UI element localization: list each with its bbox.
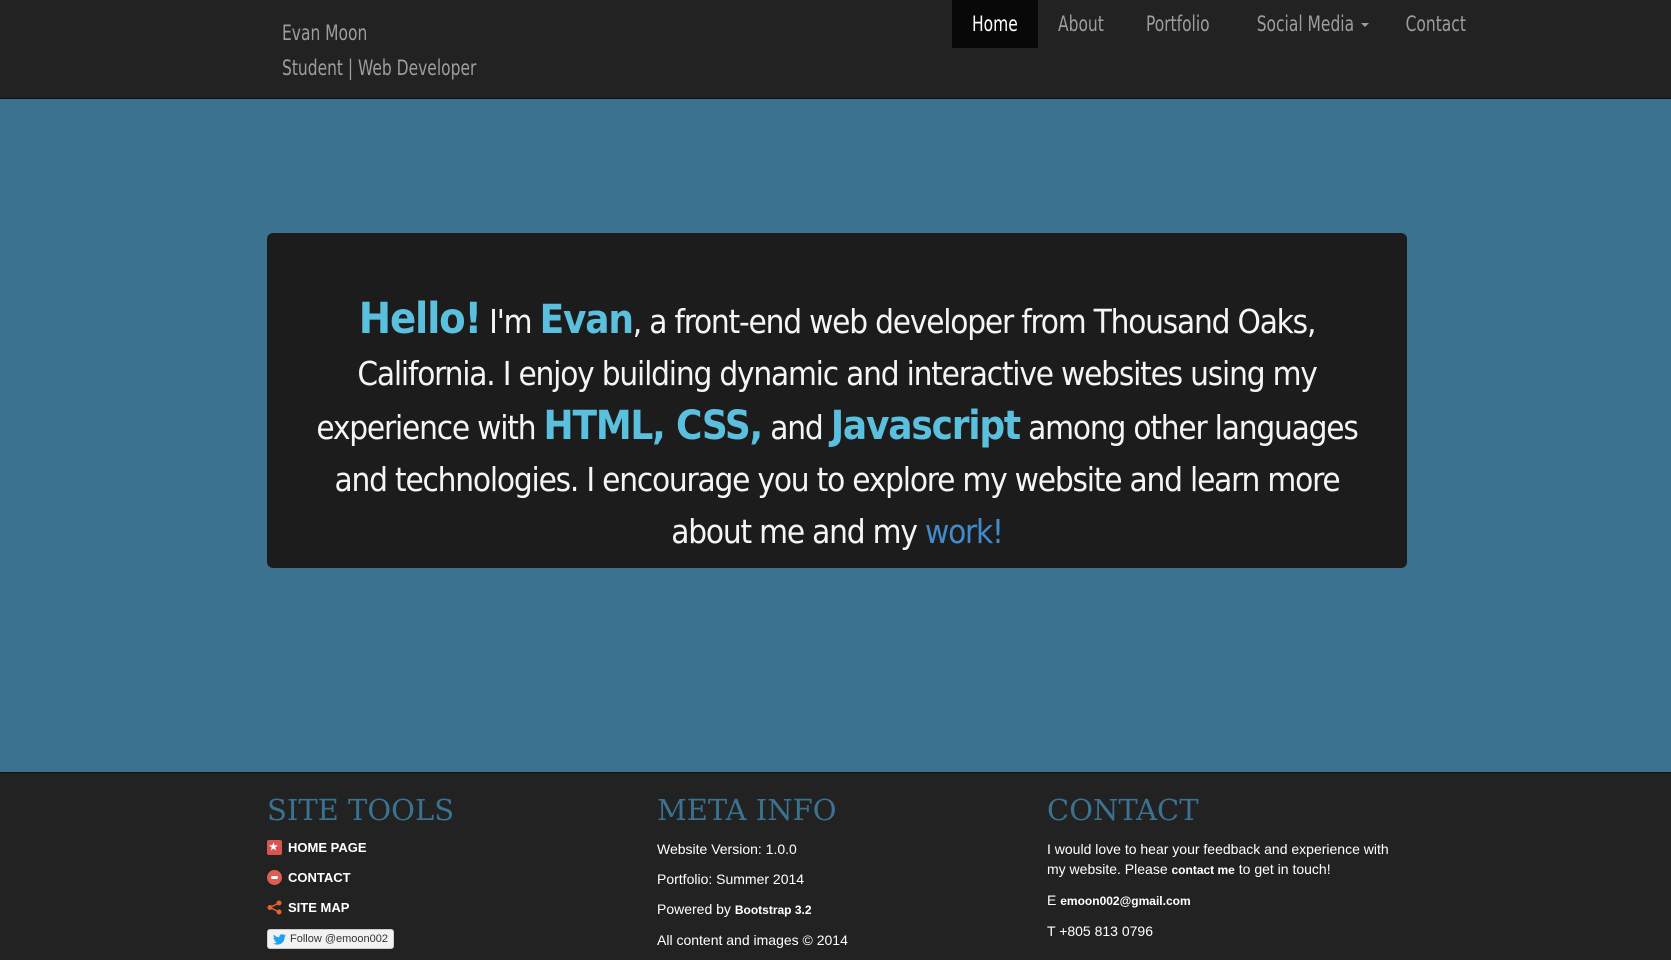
name-highlight: Evan xyxy=(539,297,634,343)
nav-contact[interactable]: Contact xyxy=(1384,0,1488,48)
twitter-bird-icon xyxy=(273,933,286,945)
intro-text: Hello! I'm Evan, a front-end web develop… xyxy=(267,293,1407,558)
top-navbar: Evan Moon Student | Web Developer Home A… xyxy=(0,0,1671,99)
intro-im: I'm xyxy=(480,302,540,341)
brand[interactable]: Evan Moon Student | Web Developer xyxy=(282,16,476,86)
meta-info-column: META INFO Website Version: 1.0.0 Portfol… xyxy=(657,793,1017,960)
contact-email: E emoon002@gmail.com xyxy=(1047,890,1407,911)
nav-contact-label: Contact xyxy=(1405,12,1466,36)
javascript-highlight: Javascript xyxy=(830,403,1021,449)
contact-message: I would love to hear your feedback and e… xyxy=(1047,839,1407,880)
intro-text-2: and xyxy=(762,408,831,447)
nav-social-media-label: Social Media xyxy=(1256,12,1355,36)
chevron-down-icon xyxy=(1361,23,1370,27)
contact-phone: T +805 813 0796 xyxy=(1047,923,1154,939)
hello-highlight: Hello! xyxy=(358,294,482,344)
email-prefix: E xyxy=(1047,892,1061,908)
nav-about[interactable]: About xyxy=(1038,0,1124,48)
home-page-link[interactable]: HOME PAGE xyxy=(267,839,627,856)
brand-tagline: Student | Web Developer xyxy=(282,56,477,80)
portfolio-season: Portfolio: Summer 2014 xyxy=(657,871,805,887)
contact-heading: CONTACT xyxy=(1047,793,1199,827)
meta-info-heading: META INFO xyxy=(657,793,837,827)
main-nav: Home About Portfolio Social Media Contac… xyxy=(952,0,1488,48)
site-tools-column: SITE TOOLS HOME PAGE CONTACT SITE MAP Fo… xyxy=(267,793,627,949)
site-map-label: SITE MAP xyxy=(288,900,350,915)
contact-column: CONTACT I would love to hear your feedba… xyxy=(1047,793,1407,951)
contact-me-link[interactable]: contact me xyxy=(1172,863,1235,877)
follow-label: Follow @emoon002 xyxy=(290,933,388,945)
home-icon xyxy=(267,840,282,855)
powered-by: Powered by Bootstrap 3.2 xyxy=(657,899,1017,920)
contact-label: CONTACT xyxy=(288,870,351,885)
skills-highlight: HTML, CSS, xyxy=(543,403,764,449)
nav-portfolio[interactable]: Portfolio xyxy=(1124,0,1232,48)
sitemap-icon xyxy=(267,900,282,915)
twitter-follow-button[interactable]: Follow @emoon002 xyxy=(267,929,394,949)
intro-panel: Hello! I'm Evan, a front-end web develop… xyxy=(267,233,1407,568)
site-tools-heading: SITE TOOLS xyxy=(267,793,455,827)
home-page-label: HOME PAGE xyxy=(288,840,367,855)
powered-by-link[interactable]: Bootstrap 3.2 xyxy=(735,903,812,917)
email-link[interactable]: emoon002@gmail.com xyxy=(1060,894,1190,908)
copyright: All content and images © 2014 xyxy=(657,932,848,948)
nav-social-media[interactable]: Social Media xyxy=(1231,0,1384,48)
footer: SITE TOOLS HOME PAGE CONTACT SITE MAP Fo… xyxy=(0,772,1671,960)
brand-name[interactable]: Evan Moon xyxy=(282,16,476,51)
chat-bubble-icon xyxy=(267,870,282,885)
work-link[interactable]: work! xyxy=(925,512,1004,551)
nav-portfolio-label: Portfolio xyxy=(1145,12,1210,36)
nav-home-label: Home xyxy=(972,12,1018,36)
contact-text-2: to get in touch! xyxy=(1234,861,1331,877)
nav-about-label: About xyxy=(1057,12,1104,36)
site-map-link[interactable]: SITE MAP xyxy=(267,899,627,916)
powered-prefix: Powered by xyxy=(657,901,735,917)
nav-home[interactable]: Home xyxy=(952,0,1038,48)
contact-link[interactable]: CONTACT xyxy=(267,869,627,886)
website-version: Website Version: 1.0.0 xyxy=(657,841,797,857)
